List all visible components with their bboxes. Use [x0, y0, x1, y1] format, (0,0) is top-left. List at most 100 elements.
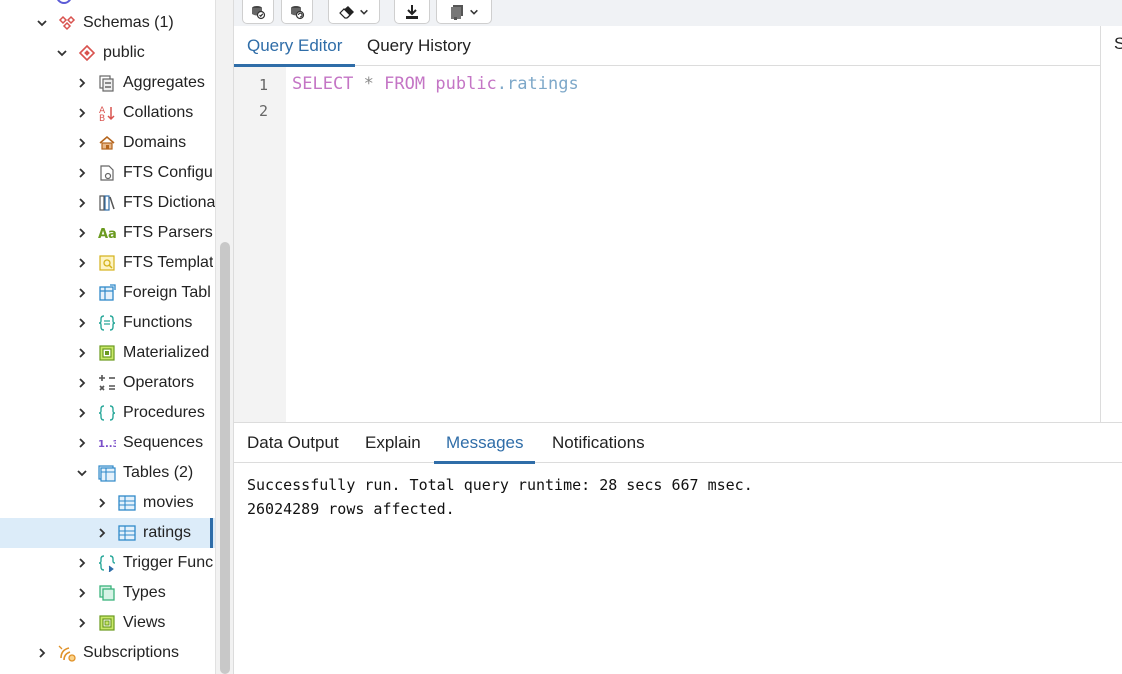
schemas-icon	[57, 13, 77, 33]
tree-item-label: FTS Configu	[123, 164, 213, 181]
tree-item-label: FTS Dictiona	[122, 194, 215, 211]
tree-item-sequences[interactable]: 1..3 Sequences	[0, 428, 215, 458]
macros-dropdown-button[interactable]	[436, 0, 492, 24]
chevron-right-icon[interactable]	[75, 226, 89, 240]
message-line: 26024289 rows affected.	[247, 500, 455, 518]
line-gutter: 1 2	[234, 67, 286, 422]
line-number: 1	[258, 76, 268, 94]
chevron-right-icon[interactable]	[75, 256, 89, 270]
tree-item-label: FTS Parsers	[123, 224, 213, 241]
tree-item-label: public	[103, 44, 145, 61]
tree-item-types[interactable]: Types	[0, 578, 215, 608]
query-tool: Query Editor Query History S 1 2 SELECT …	[233, 0, 1122, 674]
domains-icon	[97, 133, 117, 153]
tab-notifications[interactable]: Notifications	[539, 423, 658, 463]
tree-item-fts-parsers[interactable]: Aa FTS Parsers	[0, 218, 215, 248]
tab-data-output[interactable]: Data Output	[234, 423, 352, 463]
side-panel: S	[1100, 26, 1122, 422]
results-tabs: Data Output Explain Messages Notificatio…	[234, 422, 1122, 464]
fts-configurations-icon	[97, 163, 117, 183]
tree-item-functions[interactable]: Functions	[0, 308, 215, 338]
tab-explain[interactable]: Explain	[353, 423, 433, 463]
foreign-tables-icon	[97, 283, 117, 303]
tree-item-foreign-tables[interactable]: Foreign Tabl	[0, 278, 215, 308]
chevron-down-icon[interactable]	[55, 46, 69, 60]
collations-icon: AB	[97, 103, 117, 123]
tab-messages[interactable]: Messages	[434, 423, 536, 464]
chevron-right-icon[interactable]	[75, 196, 89, 210]
sql-keyword: FROM	[384, 74, 426, 94]
aggregates-icon	[97, 73, 117, 93]
svg-text:B: B	[99, 114, 105, 122]
sql-editor[interactable]: 1 2 SELECT * FROM public.ratings	[234, 67, 1100, 422]
tables-icon	[97, 463, 117, 483]
procedures-icon	[97, 403, 117, 423]
svg-text:1..3: 1..3	[98, 439, 116, 450]
chevron-right-icon[interactable]	[75, 136, 89, 150]
server-icon	[56, 0, 72, 4]
download-icon	[406, 4, 418, 19]
tree-item-subscriptions[interactable]: Subscriptions	[0, 638, 215, 668]
chevron-right-icon[interactable]	[35, 646, 49, 660]
types-icon	[97, 583, 117, 603]
tree-item-fts-templates[interactable]: FTS Templat	[0, 248, 215, 278]
tree-item-collations[interactable]: AB Collations	[0, 98, 215, 128]
tree-item-label: Schemas (1)	[83, 14, 174, 31]
tree-item-aggregates[interactable]: Aggregates	[0, 68, 215, 98]
tree-scrollbar[interactable]	[215, 0, 233, 674]
chevron-down-icon[interactable]	[75, 466, 89, 480]
tab-query-editor[interactable]: Query Editor	[234, 26, 356, 67]
fts-dictionaries-icon	[97, 193, 117, 213]
tree-item-tables[interactable]: Tables (2)	[0, 458, 215, 488]
chevron-right-icon[interactable]	[75, 616, 89, 630]
download-button[interactable]	[394, 0, 430, 24]
tree-item-procedures[interactable]: Procedures	[0, 398, 215, 428]
subscriptions-icon	[57, 643, 77, 663]
chevron-right-icon[interactable]	[95, 496, 109, 510]
chevron-right-icon[interactable]	[75, 436, 89, 450]
tree-item-fts-configurations[interactable]: FTS Configu	[0, 158, 215, 188]
tree-item-label: Operators	[123, 374, 195, 391]
tree-item-domains[interactable]: Domains	[0, 128, 215, 158]
tree-item-label: Foreign Tabl	[123, 284, 211, 301]
chevron-right-icon[interactable]	[75, 406, 89, 420]
functions-icon	[97, 313, 117, 333]
tree-item-ratings[interactable]: ratings	[0, 518, 215, 548]
chevron-right-icon[interactable]	[75, 316, 89, 330]
chevron-down-icon[interactable]	[35, 16, 49, 30]
tree-item-label: Functions	[123, 314, 193, 331]
tree-item-label: Materialized	[123, 344, 210, 361]
chevron-right-icon[interactable]	[75, 346, 89, 360]
code-line[interactable]: SELECT * FROM public.ratings	[292, 74, 579, 94]
tab-label: Explain	[365, 433, 421, 452]
tree-item-movies[interactable]: movies	[0, 488, 215, 518]
chevron-right-icon[interactable]	[75, 76, 89, 90]
chevron-right-icon[interactable]	[75, 376, 89, 390]
chevron-right-icon[interactable]	[75, 286, 89, 300]
chevron-right-icon[interactable]	[75, 556, 89, 570]
tree-item-fts-dictionaries[interactable]: FTS Dictiona	[0, 188, 215, 218]
tree-item-schemas[interactable]: Schemas (1)	[0, 8, 215, 38]
sql-schema: public	[435, 74, 497, 94]
tree-item-label: Aggregates	[123, 74, 205, 91]
commit-button[interactable]	[242, 0, 274, 24]
table-icon	[117, 523, 137, 543]
editor-tabs: Query Editor Query History	[234, 26, 1100, 67]
side-panel-tab[interactable]: S	[1114, 34, 1122, 54]
tree-item-public[interactable]: public	[0, 38, 215, 68]
chevron-right-icon[interactable]	[75, 586, 89, 600]
fts-parsers-icon: Aa	[97, 223, 117, 243]
clear-dropdown-button[interactable]	[328, 0, 380, 24]
tab-query-history[interactable]: Query History	[354, 26, 484, 66]
tree-item-trigger-functions[interactable]: Trigger Func	[0, 548, 215, 578]
chevron-right-icon[interactable]	[95, 526, 109, 540]
tree-item-views[interactable]: Views	[0, 608, 215, 638]
chevron-right-icon[interactable]	[75, 166, 89, 180]
rollback-button[interactable]	[281, 0, 313, 24]
schema-icon	[77, 43, 97, 63]
tree-item-materialized-views[interactable]: Materialized	[0, 338, 215, 368]
chevron-right-icon[interactable]	[75, 106, 89, 120]
tree-scrollbar-thumb[interactable]	[220, 242, 230, 674]
tree-item-operators[interactable]: Operators	[0, 368, 215, 398]
query-toolbar	[234, 0, 1122, 26]
